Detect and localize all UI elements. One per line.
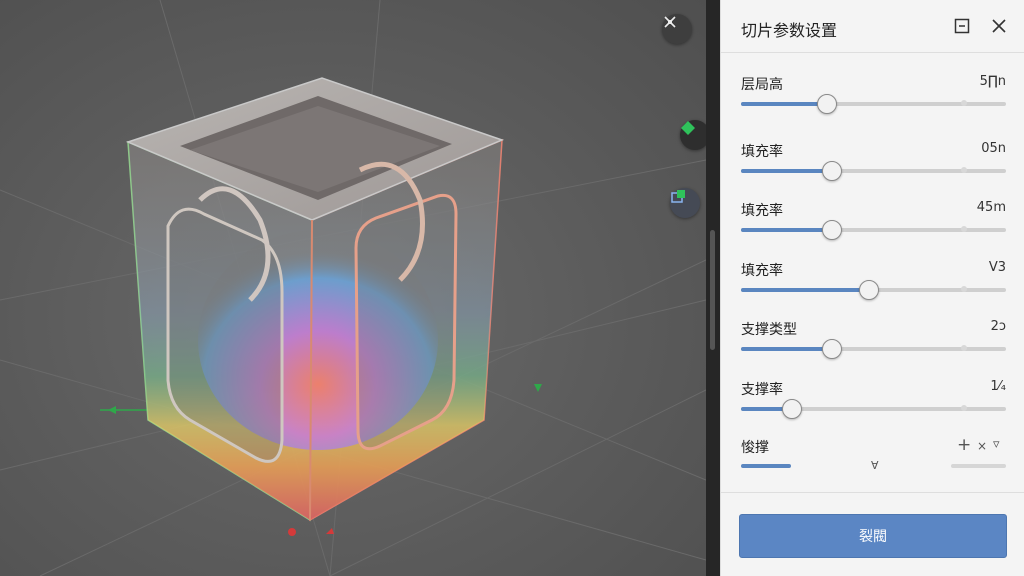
slider-label: 填充率 (741, 203, 783, 219)
slider-track[interactable] (741, 161, 1006, 181)
partial-bar-left (741, 464, 791, 468)
slider-fill (741, 102, 826, 106)
slider-tick-mark (960, 405, 967, 411)
slider-label: 填充率 (741, 263, 783, 279)
slider-handle[interactable] (822, 220, 843, 240)
model-scene (0, 0, 706, 576)
sliced-cube-model[interactable] (125, 77, 505, 522)
slider-handle[interactable] (859, 280, 880, 300)
slider-value: 5∏n (979, 74, 1006, 89)
layers-tool-button[interactable] (670, 188, 700, 218)
partial-bar-right (951, 464, 1006, 468)
slider-handle[interactable] (816, 94, 837, 114)
multiply-icon[interactable]: × (977, 439, 987, 453)
slider-tick-mark (960, 226, 967, 232)
panel-title: 切片参数设置 (741, 21, 838, 40)
slider-label: 层局高 (741, 77, 783, 93)
divider-scroll-thumb[interactable] (710, 230, 715, 350)
minimize-square-icon[interactable] (952, 16, 972, 36)
slider-handle[interactable] (782, 399, 803, 419)
plus-icon[interactable]: + (957, 435, 971, 455)
view-tool-button[interactable] (680, 120, 706, 150)
slider-value: 05n (981, 141, 1006, 156)
slider-track[interactable] (741, 339, 1006, 359)
row-label: 悛撑 (741, 440, 769, 456)
slider-fill (741, 169, 832, 173)
slicing-settings-panel: 切片参数设置 层局高 5∏n 填充率 05n 填充率 45m 填充率 Ⅴ3 支撑类型 2ɔ 支撑率 1… (720, 0, 1024, 576)
slider-track[interactable] (741, 399, 1006, 419)
viewport-3d[interactable] (0, 0, 706, 576)
slider-track[interactable] (741, 280, 1006, 300)
slider-tick-mark (960, 286, 967, 292)
slider-fill (741, 288, 869, 292)
panel-header: 切片参数设置 (721, 0, 1024, 53)
slider-track[interactable] (741, 220, 1006, 240)
slider-label: 支撑类型 (741, 322, 797, 338)
slider-handle[interactable] (822, 161, 843, 181)
slice-action-button[interactable]: 裂閥 (739, 514, 1007, 558)
slider-value: 1⁄₄ (990, 379, 1006, 394)
slider-label: 支撑率 (741, 382, 783, 398)
slider-value: 2ɔ (990, 319, 1006, 334)
compass-tool-button[interactable] (662, 14, 692, 44)
slider-track[interactable] (741, 94, 1006, 114)
slider-value: 45m (976, 200, 1006, 215)
slider-value: Ⅴ3 (988, 260, 1006, 275)
footer-divider (720, 492, 1024, 493)
slider-label: 填充率 (741, 144, 783, 160)
slider-fill (741, 347, 832, 351)
slider-fill (741, 228, 832, 232)
panel-divider[interactable] (706, 0, 720, 576)
slider-tick-mark (960, 167, 967, 173)
close-icon[interactable] (989, 16, 1009, 36)
chevron-down-icon[interactable]: ▿ (993, 437, 1000, 452)
slider-tick-mark (960, 100, 967, 106)
partial-mid-mark: ∀ (871, 459, 879, 472)
slider-handle[interactable] (822, 339, 843, 359)
slider-tick-mark (960, 345, 967, 351)
